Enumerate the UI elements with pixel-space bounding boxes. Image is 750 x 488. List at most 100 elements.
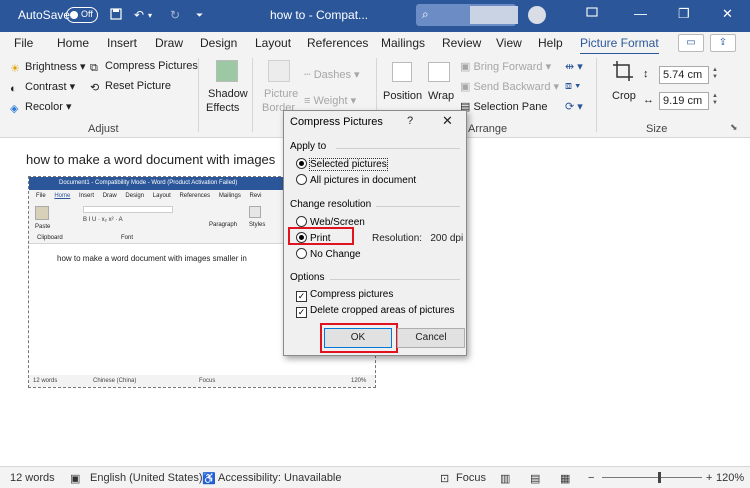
bring-forward-button[interactable]: ▣ Bring Forward ▾ [460, 60, 551, 73]
brightness-button[interactable]: ☀ Brightness ▾ [10, 60, 86, 75]
compress-pictures-checkbox[interactable]: ✓ Compress pictures [296, 289, 393, 302]
wrap-text-icon[interactable] [428, 62, 450, 82]
accessibility-icon[interactable]: ♿ [202, 472, 216, 485]
focus-icon[interactable]: ⊡ [440, 472, 449, 485]
width-spinner[interactable]: ▲ ▼ [712, 93, 718, 107]
tab-references[interactable]: References [307, 36, 368, 50]
embedded-tab: Insert [79, 193, 95, 199]
tab-layout[interactable]: Layout [255, 36, 291, 50]
tab-review[interactable]: Review [442, 36, 481, 50]
zoom-slider[interactable] [602, 477, 702, 478]
tab-picture-format[interactable]: Picture Format [580, 36, 659, 55]
shadow-label[interactable]: Shadow [208, 88, 248, 100]
undo-icon[interactable]: ↶ [134, 8, 144, 22]
crop-button[interactable]: Crop [612, 90, 636, 102]
autosave-toggle[interactable]: Off [66, 7, 98, 23]
compress-icon: ⧉ [90, 62, 98, 74]
position-button[interactable]: Position [383, 90, 422, 102]
zoom-level[interactable]: 120% [716, 472, 744, 484]
divider [596, 58, 597, 132]
tab-help[interactable]: Help [538, 36, 563, 50]
size-launcher-icon[interactable]: ⬊ [730, 122, 738, 133]
tab-insert[interactable]: Insert [107, 36, 137, 50]
contrast-button[interactable]: ◐ Contrast ▾ [10, 80, 75, 95]
language[interactable]: English (United States) [90, 472, 203, 484]
dialog-title: Compress Pictures [290, 116, 383, 128]
tab-file[interactable]: File [14, 36, 33, 50]
dialog-close-button[interactable]: ✕ [442, 113, 453, 129]
recolor-button[interactable]: ◈ Recolor ▾ [10, 100, 71, 115]
accessibility-status[interactable]: Accessibility: Unavailable [218, 472, 342, 484]
embedded-paste-label: Paste [35, 224, 51, 230]
embedded-font-box [83, 206, 173, 213]
checkbox-checked-icon: ✓ [296, 291, 307, 302]
position-icon[interactable] [392, 62, 412, 82]
customize-toolbar-icon[interactable]: ⏷ [196, 10, 203, 21]
send-backward-label: Send Backward [473, 81, 551, 93]
dashes-button[interactable]: ┄ Dashes ▾ [304, 68, 360, 81]
comments-icon[interactable]: ▭ [678, 34, 704, 52]
ribbon-display-icon[interactable] [586, 6, 598, 21]
picture-label[interactable]: Picture [264, 88, 298, 100]
embedded-tab: Home [54, 193, 71, 199]
all-pictures-radio[interactable]: All pictures in document [296, 174, 416, 186]
selection-pane-button[interactable]: ▤ Selection Pane [460, 100, 547, 113]
tab-home[interactable]: Home [57, 36, 89, 50]
adjust-group-label: Adjust [88, 123, 119, 135]
document-heading[interactable]: how to make a word document with images [26, 152, 275, 167]
weight-button[interactable]: ≡ Weight ▾ [304, 94, 356, 107]
group-icon[interactable]: ⧈ ▾ [565, 80, 580, 93]
tab-design[interactable]: Design [200, 36, 237, 50]
crop-icon[interactable] [612, 60, 634, 85]
autosave-label: AutoSave [18, 8, 71, 22]
selected-pictures-label: Selected pictures [309, 158, 388, 171]
redo-icon[interactable]: ↻ [170, 8, 180, 22]
delete-cropped-checkbox[interactable]: ✓ Delete cropped areas of pictures [296, 305, 455, 318]
share-icon[interactable]: ⇪ [710, 34, 736, 52]
tab-mailings[interactable]: Mailings [381, 36, 425, 50]
zoom-in-button[interactable]: + [706, 472, 712, 484]
web-layout-icon[interactable]: ▦ [560, 472, 570, 485]
embedded-font-label: Font [121, 235, 134, 241]
cancel-button[interactable]: Cancel [397, 328, 465, 348]
word-count[interactable]: 12 words [10, 472, 55, 484]
height-spinner[interactable]: ▲ ▼ [712, 67, 718, 81]
restore-button[interactable]: ❐ [678, 6, 690, 22]
tab-view[interactable]: View [496, 36, 522, 50]
effects-label[interactable]: Effects [206, 102, 239, 114]
tab-draw[interactable]: Draw [155, 36, 183, 50]
user-name[interactable] [470, 6, 518, 24]
minimize-button[interactable]: — [634, 6, 647, 21]
help-button[interactable]: ? [407, 115, 413, 127]
proofing-icon[interactable]: ▣ [70, 472, 80, 485]
send-backward-button[interactable]: ▣ Send Backward ▾ [460, 80, 559, 93]
reset-picture-button[interactable]: ⟲ Reset Picture [90, 80, 171, 94]
resolution-value: 200 dpi [430, 233, 464, 244]
close-button[interactable]: ✕ [722, 6, 733, 22]
height-input[interactable]: 5.74 cm [659, 66, 709, 84]
no-change-radio[interactable]: No Change [296, 248, 361, 260]
align-icon[interactable]: ⇹ ▾ [565, 60, 583, 73]
divider [330, 279, 460, 280]
zoom-slider-thumb[interactable] [658, 472, 661, 483]
print-layout-icon[interactable]: ▤ [530, 472, 540, 485]
rotate-icon[interactable]: ⟳ ▾ [565, 100, 583, 113]
embedded-focus: Focus [199, 378, 216, 384]
brightness-icon: ☀ [10, 63, 20, 75]
read-mode-icon[interactable]: ▥ [500, 472, 510, 485]
save-icon[interactable] [110, 8, 122, 23]
focus-button[interactable]: Focus [456, 472, 486, 484]
compress-pictures-button[interactable]: ⧉ Compress Pictures [90, 60, 198, 74]
embedded-status-bar: 12 words Chinese (China) Focus 120% [29, 375, 375, 387]
width-input[interactable]: 9.19 cm [659, 92, 709, 110]
wrap-label[interactable]: Wrap [428, 90, 454, 102]
picture-border-icon[interactable] [268, 60, 290, 82]
shadow-effects-icon[interactable] [216, 60, 238, 82]
selected-pictures-radio[interactable]: Selected pictures [296, 158, 388, 171]
divider [336, 148, 460, 149]
avatar[interactable] [528, 6, 546, 24]
zoom-out-button[interactable]: − [588, 472, 594, 484]
title-bar: AutoSave Off ↶ ▾ ↻ ⏷ how to - Compat... … [0, 0, 750, 32]
undo-dropdown-icon[interactable]: ▾ [148, 11, 152, 20]
embedded-text-line: how to make a word document with images … [57, 254, 247, 263]
